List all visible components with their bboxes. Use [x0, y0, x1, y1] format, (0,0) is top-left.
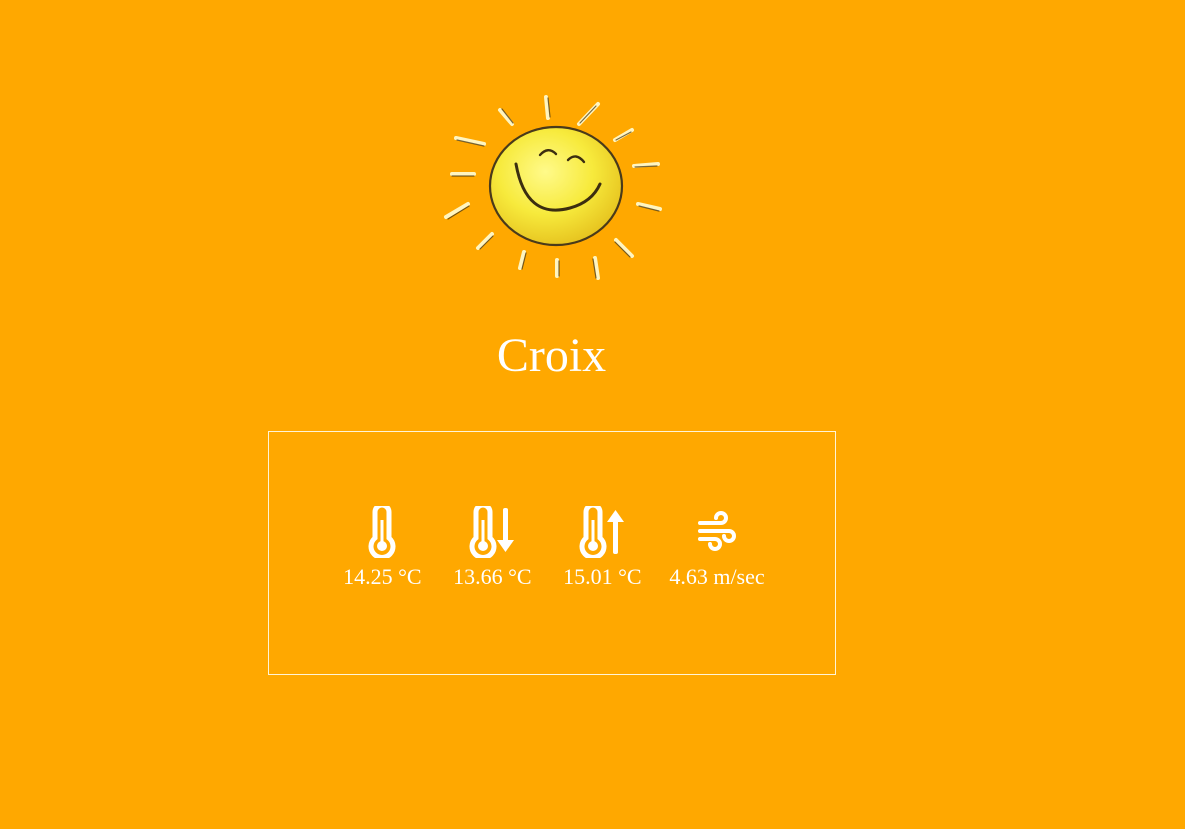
weather-metrics: 14.25 °C 13.66 °C 15.01 °C 4.63 m/sec: [269, 506, 835, 590]
weather-condition-image: [440, 92, 664, 284]
thermometer-down-icon: [466, 506, 518, 558]
wind-speed-value: 4.63 m/sec: [669, 564, 765, 589]
thermometer-icon: [365, 506, 399, 558]
current-temperature-value: 14.25 °C: [343, 564, 422, 589]
metric-wind-speed: 4.63 m/sec: [669, 506, 765, 590]
thermometer-up-icon: [576, 506, 628, 558]
wind-icon: [697, 506, 737, 558]
metric-max-temperature: 15.01 °C: [559, 506, 645, 590]
metric-current-temperature: 14.25 °C: [339, 506, 425, 590]
metric-min-temperature: 13.66 °C: [449, 506, 535, 590]
min-temperature-value: 13.66 °C: [453, 564, 532, 589]
weather-details-card: 14.25 °C 13.66 °C 15.01 °C 4.63 m/sec: [268, 431, 836, 675]
max-temperature-value: 15.01 °C: [563, 564, 642, 589]
city-name: Croix: [496, 329, 607, 382]
sun-icon: [444, 95, 662, 280]
